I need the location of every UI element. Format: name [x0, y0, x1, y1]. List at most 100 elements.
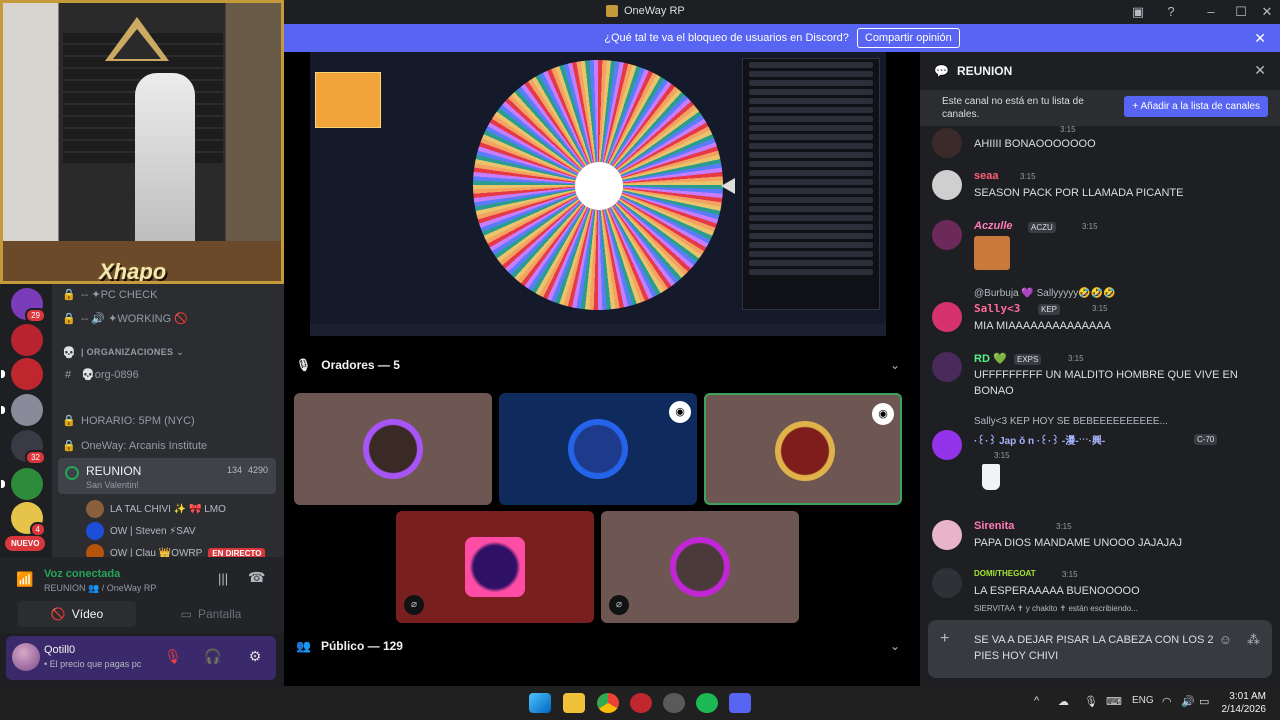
- headphones-icon[interactable]: 🎧: [204, 648, 222, 666]
- emoji-icon[interactable]: ☺: [1219, 632, 1232, 647]
- cloud-icon[interactable]: ☁: [1058, 695, 1069, 708]
- close-chat-icon[interactable]: ✕: [1254, 62, 1266, 79]
- message-author[interactable]: Sirenita: [974, 520, 1014, 532]
- server-icon[interactable]: [11, 324, 43, 356]
- speaker-tile[interactable]: [294, 393, 492, 505]
- avatar[interactable]: [932, 170, 962, 200]
- message-author[interactable]: seaa: [974, 170, 998, 182]
- spin-wheel-pointer: [721, 178, 735, 194]
- system-clock[interactable]: 3:01 AM 2/14/2026: [1222, 690, 1267, 716]
- voice-status[interactable]: Voz conectada: [44, 568, 120, 580]
- start-menu-icon[interactable]: [529, 693, 551, 713]
- avatar[interactable]: [932, 128, 962, 158]
- keyboard-icon[interactable]: ⌨: [1106, 695, 1122, 708]
- close-banner-icon[interactable]: ✕: [1254, 30, 1266, 47]
- channel-arcanis[interactable]: 🔒 OneWay: Arcanis Institute: [62, 439, 272, 453]
- video-off-icon: 🚫: [50, 607, 66, 621]
- server-icon[interactable]: [1, 394, 43, 426]
- share-feedback-button[interactable]: Compartir opinión: [856, 28, 960, 48]
- voice-user[interactable]: OW | Steven ⚡SAV: [86, 522, 196, 540]
- wifi-icon[interactable]: ◠: [1162, 695, 1172, 708]
- audience-header[interactable]: 👥 Público — 129: [296, 639, 403, 653]
- mic-muted-icon[interactable]: 🎙: [164, 648, 182, 666]
- speakers-header[interactable]: 🎙 Oradores — 5: [296, 358, 400, 372]
- message-author[interactable]: Aczulle: [974, 220, 1013, 232]
- speaker-tile[interactable]: ◉: [499, 393, 697, 505]
- channel-working[interactable]: 🔒 -- 🔊 ✦WORKING 🚫: [62, 312, 272, 325]
- signal-icon[interactable]: 📶: [16, 571, 34, 589]
- avatar[interactable]: [932, 520, 962, 550]
- message-author[interactable]: RD 💚: [974, 352, 1007, 365]
- server-icon[interactable]: [1, 468, 43, 500]
- message-composer[interactable]: + SE VA A DEJAR PISAR LA CABEZA CON LOS …: [928, 620, 1272, 678]
- message-author[interactable]: ·꒰·꒱ Jap ǒ n ·꒰·꒱ -漫-ˑˑˑ·興-: [974, 432, 1105, 447]
- chevron-down-icon[interactable]: ⌄: [890, 358, 900, 372]
- voice-user[interactable]: LA TAL CHIVI ✨ 🎀 LMO: [86, 500, 226, 518]
- chevron-down-icon[interactable]: ⌄: [890, 639, 900, 653]
- video-button[interactable]: 🚫 Vídeo: [18, 601, 136, 627]
- speaker-tile[interactable]: ◉: [704, 393, 902, 505]
- message-time: 3:15: [1056, 522, 1072, 531]
- maximize-button[interactable]: ☐: [1233, 4, 1249, 20]
- server-icon[interactable]: 32: [11, 430, 46, 465]
- close-window-button[interactable]: ✕: [1259, 4, 1275, 20]
- feedback-banner: ¿Qué tal te va el bloqueo de usuarios en…: [284, 24, 1280, 52]
- channel-horario[interactable]: 🔒 HORARIO: 5PM (NYC): [62, 414, 272, 428]
- sticker-image: [974, 236, 1010, 270]
- add-attachment-icon[interactable]: +: [940, 630, 949, 648]
- server-icon[interactable]: 29: [11, 288, 46, 323]
- settings-gear-icon[interactable]: ⚙: [246, 648, 264, 666]
- channel-org-0896[interactable]: # 💀org-0896: [62, 368, 272, 382]
- user-avatar[interactable]: [12, 643, 40, 671]
- avatar[interactable]: [932, 302, 962, 332]
- disconnect-icon[interactable]: ☎: [248, 569, 265, 586]
- apps-icon[interactable]: ⁂: [1247, 632, 1260, 648]
- minimize-button[interactable]: –: [1203, 4, 1219, 20]
- channel-pc-check[interactable]: 🔒 -- ✦PC CHECK: [62, 288, 272, 301]
- channel-name: REUNION: [86, 464, 142, 478]
- camera-icon: ◉: [872, 403, 894, 425]
- user-status[interactable]: • El precio que pagas pc: [44, 659, 141, 669]
- recording-app-icon[interactable]: [630, 693, 652, 713]
- discord-icon[interactable]: [729, 693, 751, 713]
- inbox-icon[interactable]: ▣: [1130, 4, 1146, 20]
- add-to-channel-list-button[interactable]: + Añadir a la lista de canales: [1124, 96, 1268, 117]
- avatar[interactable]: [932, 220, 962, 250]
- server-icon[interactable]: [1, 358, 43, 390]
- reply-preview[interactable]: @Burbuja 💜 Sallyyyyy🤣🤣🤣: [974, 286, 1264, 302]
- voice-user[interactable]: OW | Clau 👑OWRP EN DIRECTO: [86, 544, 266, 557]
- screen-share-button[interactable]: ▭ Pantalla: [152, 601, 270, 627]
- speaker-tile[interactable]: ⌀: [601, 511, 799, 623]
- voice-location[interactable]: REUNION 👥 / OneWay RP: [44, 583, 156, 594]
- screen-icon: ▭: [180, 607, 192, 621]
- chrome-icon[interactable]: [597, 693, 619, 713]
- avatar[interactable]: [932, 430, 962, 460]
- battery-icon[interactable]: ▭: [1199, 695, 1209, 708]
- chatgpt-icon[interactable]: [663, 693, 685, 713]
- server-icon[interactable]: 4: [11, 502, 46, 537]
- new-badge[interactable]: NUEVO: [5, 536, 46, 551]
- avatar[interactable]: [932, 352, 962, 382]
- spotify-icon[interactable]: [696, 693, 718, 713]
- help-icon[interactable]: ?: [1163, 4, 1179, 20]
- file-explorer-icon[interactable]: [563, 693, 585, 713]
- volume-icon[interactable]: 🔊: [1181, 695, 1195, 708]
- message-input[interactable]: SE VA A DEJAR PISAR LA CABEZA CON LOS 2 …: [974, 632, 1214, 664]
- channel-topic: San Valentin!: [86, 480, 139, 490]
- category-organizaciones[interactable]: 💀 | ORGANIZACIONES ⌄: [62, 346, 272, 359]
- screen-share-stream[interactable]: [310, 52, 886, 336]
- role-tag: C-70: [1194, 434, 1218, 445]
- reply-preview[interactable]: Sally<3 KEP HOY SE BEBEEEEEEEEEE...: [974, 414, 1264, 430]
- avatar[interactable]: [932, 568, 962, 598]
- user-name[interactable]: Qotill0: [44, 644, 75, 656]
- message-author[interactable]: DOMI/THEGOAT: [974, 569, 1036, 578]
- mic-tray-icon[interactable]: 🎙: [1084, 695, 1098, 708]
- soundboard-icon[interactable]: |||: [218, 571, 228, 586]
- notice-text: Este canal no está en tu lista de canale…: [942, 96, 1084, 120]
- channel-reunion[interactable]: REUNION San Valentin! 134 4290: [58, 458, 276, 494]
- speaker-tile[interactable]: ⌀: [396, 511, 594, 623]
- message-author[interactable]: Sally<3: [974, 302, 1020, 315]
- voice-user-name: LA TAL CHIVI ✨ 🎀 LMO: [110, 503, 226, 515]
- show-hidden-icons-icon[interactable]: ^: [1034, 695, 1039, 707]
- language-indicator[interactable]: ENG: [1132, 695, 1154, 706]
